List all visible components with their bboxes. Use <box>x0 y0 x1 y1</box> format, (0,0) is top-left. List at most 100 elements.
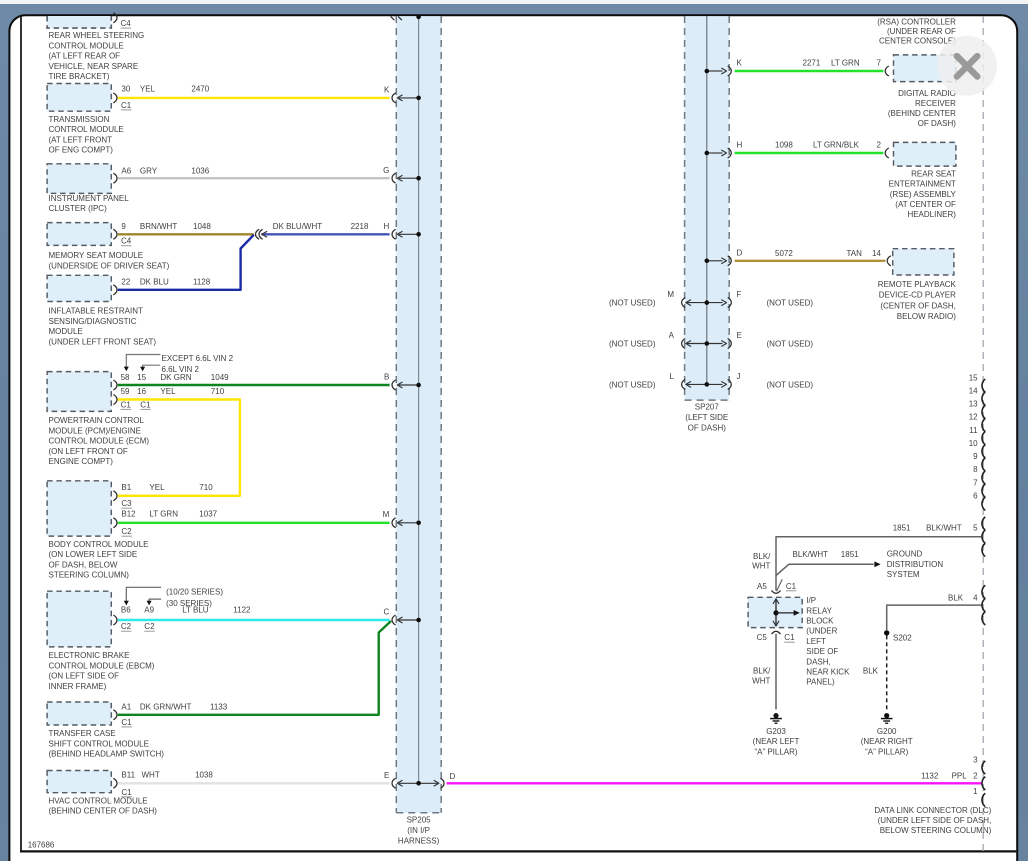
svg-text:C1: C1 <box>121 718 132 727</box>
svg-text:30: 30 <box>121 85 130 94</box>
svg-text:B6: B6 <box>121 606 131 615</box>
svg-text:(UNDER LEFT FRONT SEAT): (UNDER LEFT FRONT SEAT) <box>49 337 157 346</box>
svg-text:OF DASH, BELOW: OF DASH, BELOW <box>49 560 118 569</box>
svg-text:A: A <box>669 331 675 340</box>
svg-text:14: 14 <box>969 386 978 395</box>
svg-text:1851: 1851 <box>841 550 859 559</box>
svg-text:J: J <box>737 372 741 381</box>
svg-text:TAN: TAN <box>847 249 863 258</box>
svg-text:11: 11 <box>969 426 978 435</box>
svg-text:(NOT USED): (NOT USED) <box>609 380 656 389</box>
svg-text:1048: 1048 <box>193 222 211 231</box>
svg-text:YEL: YEL <box>140 85 156 94</box>
svg-text:WHT: WHT <box>752 562 770 571</box>
svg-text:G203: G203 <box>766 727 786 736</box>
svg-text:C3: C3 <box>121 499 132 508</box>
svg-text:A5: A5 <box>757 582 767 591</box>
svg-text:PPL: PPL <box>952 771 968 780</box>
svg-text:(UNDERSIDE OF DRIVER SEAT): (UNDERSIDE OF DRIVER SEAT) <box>49 261 170 270</box>
svg-text:SP205: SP205 <box>407 816 432 825</box>
svg-text:1037: 1037 <box>199 510 217 519</box>
svg-text:15: 15 <box>137 373 146 382</box>
svg-text:1128: 1128 <box>193 278 211 287</box>
svg-text:I/P: I/P <box>806 596 816 605</box>
svg-text:EXCEPT 6.6L VIN 2: EXCEPT 6.6L VIN 2 <box>162 354 234 363</box>
svg-text:BLK/WHT: BLK/WHT <box>793 550 829 559</box>
svg-text:SENSING/DIAGNOSTIC: SENSING/DIAGNOSTIC <box>49 317 137 326</box>
svg-text:HARNESS): HARNESS) <box>398 836 440 845</box>
svg-text:F: F <box>737 290 742 299</box>
svg-text:1133: 1133 <box>210 703 228 712</box>
svg-text:DATA LINK CONNECTOR (DLC): DATA LINK CONNECTOR (DLC) <box>874 806 991 815</box>
svg-text:1132: 1132 <box>921 771 939 780</box>
svg-text:(NEAR LEFT: (NEAR LEFT <box>753 737 800 746</box>
svg-text:K: K <box>737 59 743 68</box>
svg-text:SP207: SP207 <box>695 402 720 411</box>
svg-text:C4: C4 <box>121 19 132 28</box>
svg-text:D: D <box>737 248 743 257</box>
svg-text:A6: A6 <box>121 167 131 176</box>
svg-text:HEADLINER): HEADLINER) <box>907 210 956 219</box>
svg-text:167686: 167686 <box>28 841 55 850</box>
svg-text:OF DASH): OF DASH) <box>918 119 957 128</box>
svg-text:(10/20 SERIES): (10/20 SERIES) <box>166 588 223 597</box>
svg-text:GROUND: GROUND <box>887 550 923 559</box>
svg-text:OF DASH): OF DASH) <box>688 423 727 432</box>
svg-text:A9: A9 <box>144 606 154 615</box>
svg-text:3: 3 <box>973 755 978 764</box>
svg-text:L: L <box>670 372 675 381</box>
svg-text:CLUSTER (IPC): CLUSTER (IPC) <box>49 204 108 213</box>
svg-text:1: 1 <box>973 787 978 796</box>
svg-text:C1: C1 <box>121 400 132 409</box>
svg-text:7: 7 <box>877 58 882 67</box>
svg-text:A1: A1 <box>121 703 131 712</box>
svg-text:E: E <box>384 771 389 780</box>
svg-text:DIGITAL RADIO: DIGITAL RADIO <box>898 89 956 98</box>
svg-text:(ON LOWER LEFT SIDE: (ON LOWER LEFT SIDE <box>49 550 138 559</box>
svg-text:MEMORY SEAT MODULE: MEMORY SEAT MODULE <box>49 251 144 260</box>
svg-text:“A” PILLAR): “A” PILLAR) <box>754 747 797 756</box>
svg-text:RECEIVER: RECEIVER <box>915 99 956 108</box>
svg-text:(NEAR RIGHT: (NEAR RIGHT <box>861 737 913 746</box>
svg-text:K: K <box>384 86 390 95</box>
svg-text:2470: 2470 <box>191 85 209 94</box>
svg-text:(NOT USED): (NOT USED) <box>609 339 656 348</box>
svg-text:C1: C1 <box>786 582 797 591</box>
svg-text:C1: C1 <box>140 400 151 409</box>
svg-text:(NOT USED): (NOT USED) <box>767 299 814 308</box>
svg-text:1851: 1851 <box>893 524 911 533</box>
svg-text:9: 9 <box>973 452 978 461</box>
svg-text:1098: 1098 <box>775 140 793 149</box>
svg-text:DASH,: DASH, <box>806 657 830 666</box>
svg-text:13: 13 <box>969 400 978 409</box>
svg-text:(BEHIND CENTER: (BEHIND CENTER <box>888 109 956 118</box>
svg-text:DEVICE-CD PLAYER: DEVICE-CD PLAYER <box>879 291 956 300</box>
svg-text:CENTER CONSOLE): CENTER CONSOLE) <box>879 36 956 45</box>
svg-text:(NOT USED): (NOT USED) <box>767 339 814 348</box>
svg-text:(NOT USED): (NOT USED) <box>609 299 656 308</box>
svg-text:6: 6 <box>973 492 978 501</box>
svg-text:WHT: WHT <box>752 677 770 686</box>
svg-text:7: 7 <box>973 478 978 487</box>
svg-text:15: 15 <box>969 373 978 382</box>
svg-text:(RSE) ASSEMBLY: (RSE) ASSEMBLY <box>890 190 957 199</box>
svg-text:710: 710 <box>199 483 213 492</box>
svg-text:BLK/: BLK/ <box>753 667 771 676</box>
svg-text:REMOTE PLAYBACK: REMOTE PLAYBACK <box>878 280 957 289</box>
svg-text:INSTRUMENT PANEL: INSTRUMENT PANEL <box>49 194 130 203</box>
svg-text:BLK: BLK <box>948 594 964 603</box>
svg-text:LT GRN: LT GRN <box>831 58 860 67</box>
svg-text:H: H <box>737 141 743 150</box>
svg-text:SHIFT CONTROL MODULE: SHIFT CONTROL MODULE <box>49 739 149 748</box>
svg-text:(UNDER: (UNDER <box>806 627 837 636</box>
svg-text:(AT LEFT FRONT: (AT LEFT FRONT <box>49 135 113 144</box>
svg-text:S202: S202 <box>893 633 912 642</box>
svg-text:BLK/: BLK/ <box>753 552 771 561</box>
svg-text:BLK/WHT: BLK/WHT <box>926 524 962 533</box>
svg-text:WHT: WHT <box>142 771 160 780</box>
svg-text:(UNDER REAR OF: (UNDER REAR OF <box>887 27 956 36</box>
svg-text:C: C <box>384 608 390 617</box>
svg-text:ENTERTAINMENT: ENTERTAINMENT <box>889 180 956 189</box>
svg-text:BLK: BLK <box>863 667 879 676</box>
svg-text:STEERING COLUMN): STEERING COLUMN) <box>49 571 130 580</box>
